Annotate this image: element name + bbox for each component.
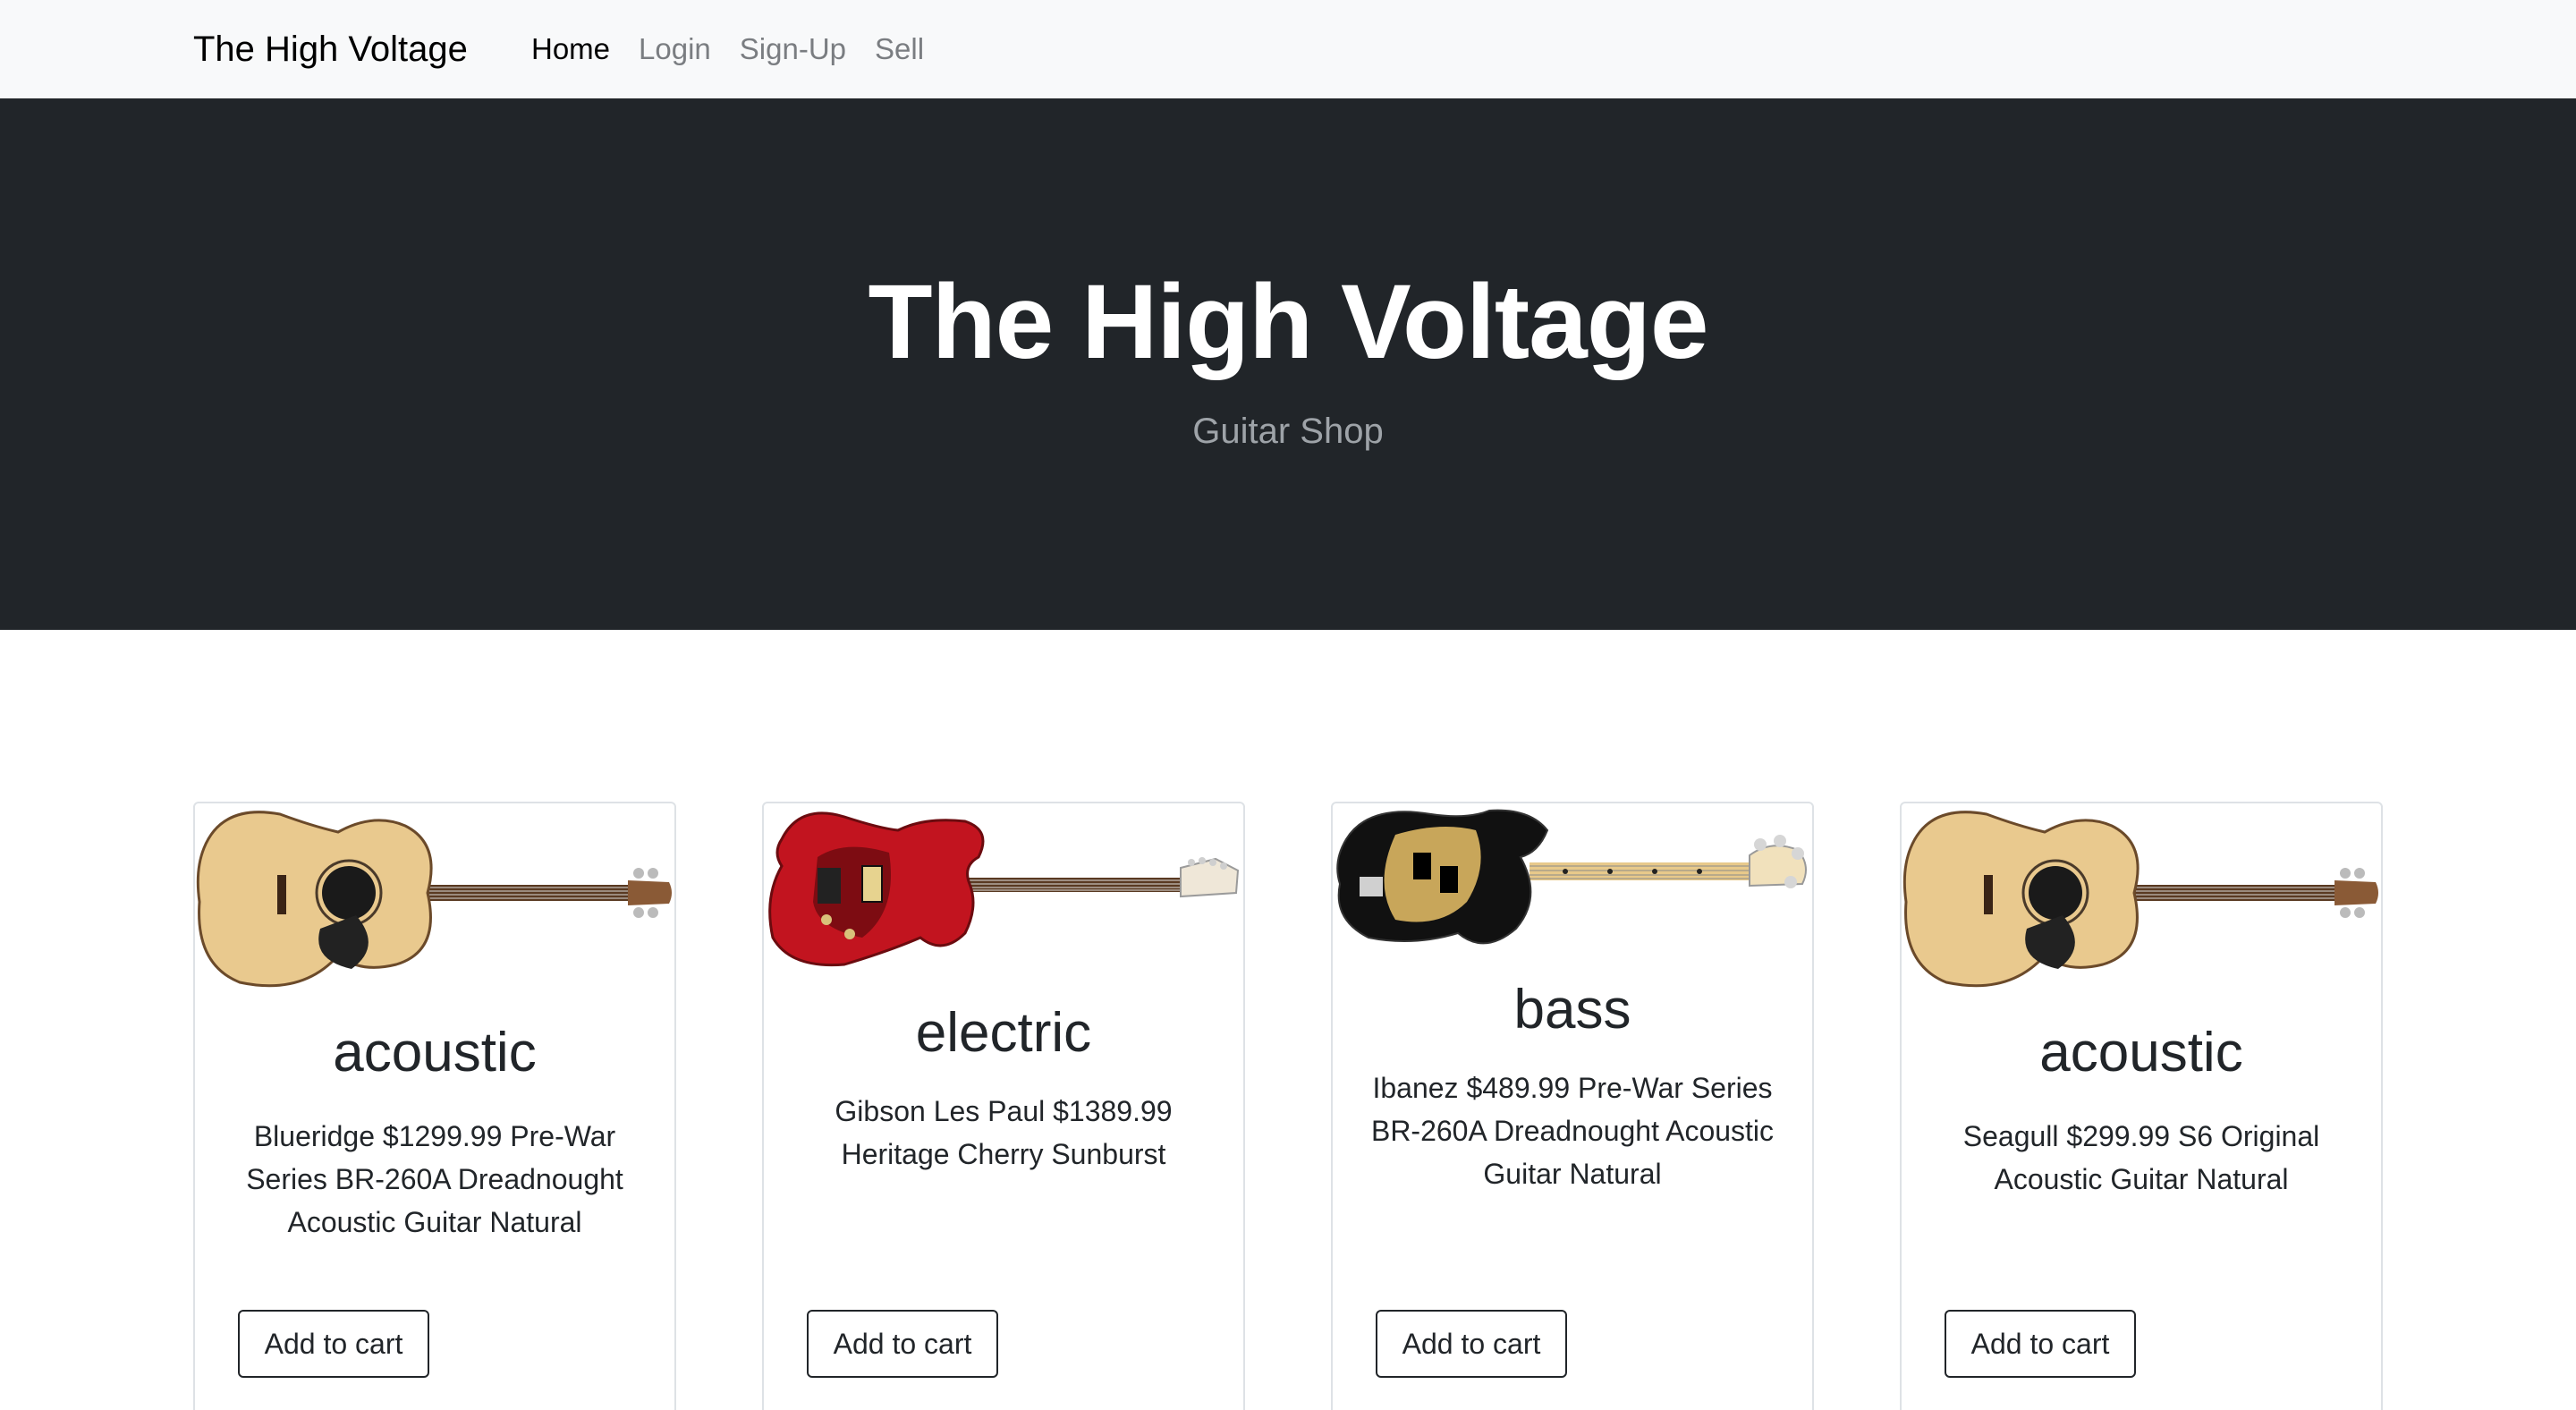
product-description: Ibanez $489.99 Pre-War Series BR-260A Dr…	[1370, 1072, 1775, 1190]
nav-link-sign-up[interactable]: Sign-Up	[725, 32, 860, 66]
product-category: bass	[1513, 979, 1631, 1041]
hero-banner: The High Voltage Guitar Shop	[0, 98, 2576, 630]
add-to-cart-button[interactable]: Add to cart	[238, 1310, 429, 1378]
acoustic-guitar-image	[1902, 803, 2381, 1000]
product-card: acoustic Seagull $299.99 S6 Original Aco…	[1900, 802, 2383, 1410]
hero-title: The High Voltage	[868, 263, 1709, 381]
add-to-cart-button[interactable]: Add to cart	[1945, 1310, 2136, 1378]
hero-subtitle: Guitar Shop	[1192, 412, 1384, 451]
bass-guitar-image	[1333, 803, 1812, 1000]
nav-links: Home Login Sign-Up Sell	[517, 27, 938, 72]
product-description: Gibson Les Paul $1389.99 Heritage Cherry…	[835, 1095, 1173, 1170]
product-description: Seagull $299.99 S6 Original Acoustic Gui…	[1962, 1120, 2320, 1195]
electric-guitar-image	[764, 803, 1243, 1000]
add-to-cart-button[interactable]: Add to cart	[1376, 1310, 1567, 1378]
product-card: electric Gibson Les Paul $1389.99 Herita…	[762, 802, 1245, 1410]
product-category: acoustic	[2039, 1022, 2243, 1083]
navbar-brand[interactable]: The High Voltage	[193, 25, 468, 73]
product-description: Blueridge $1299.99 Pre-War Series BR-260…	[246, 1120, 623, 1238]
add-to-cart-button[interactable]: Add to cart	[807, 1310, 998, 1378]
product-card: bass Ibanez $489.99 Pre-War Series BR-26…	[1331, 802, 1814, 1410]
acoustic-guitar-image	[195, 803, 674, 1000]
product-category: electric	[915, 1002, 1092, 1064]
nav-link-login[interactable]: Login	[624, 32, 725, 66]
product-category: acoustic	[333, 1022, 537, 1083]
nav-link-home[interactable]: Home	[517, 32, 624, 66]
navbar: The High Voltage Home Login Sign-Up Sell	[0, 0, 2576, 98]
product-card: acoustic Blueridge $1299.99 Pre-War Seri…	[193, 802, 676, 1410]
nav-link-sell[interactable]: Sell	[860, 32, 938, 66]
